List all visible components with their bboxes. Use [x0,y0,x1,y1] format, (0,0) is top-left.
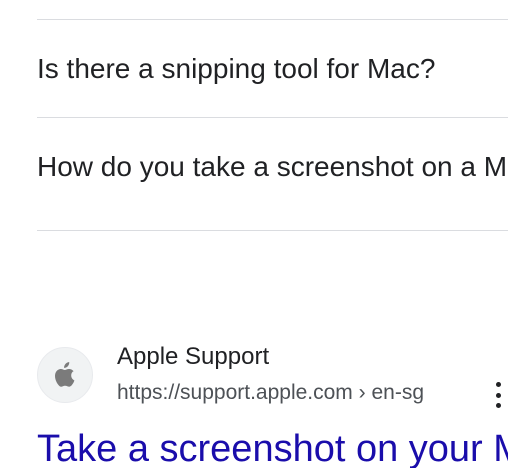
apple-logo-icon [55,362,75,387]
divider [37,117,508,118]
divider [37,19,508,20]
site-url[interactable]: https://support.apple.com › en-sg [117,380,424,406]
search-result: Apple Support https://support.apple.com … [37,340,508,468]
more-vert-icon-dot [495,403,501,408]
more-vert-icon-dot [495,392,501,398]
divider [37,230,508,231]
more-options-button[interactable] [491,382,505,408]
related-question-item[interactable]: How do you take a screenshot on a Mac? [37,150,508,184]
site-name: Apple Support [117,343,270,370]
site-favicon[interactable] [37,347,93,403]
more-vert-icon [495,382,501,387]
result-title-link[interactable]: Take a screenshot on your Mac [37,426,508,468]
search-results-page: Is there a snipping tool for Mac? How do… [0,0,508,468]
related-question-item[interactable]: Is there a snipping tool for Mac? [37,52,508,86]
